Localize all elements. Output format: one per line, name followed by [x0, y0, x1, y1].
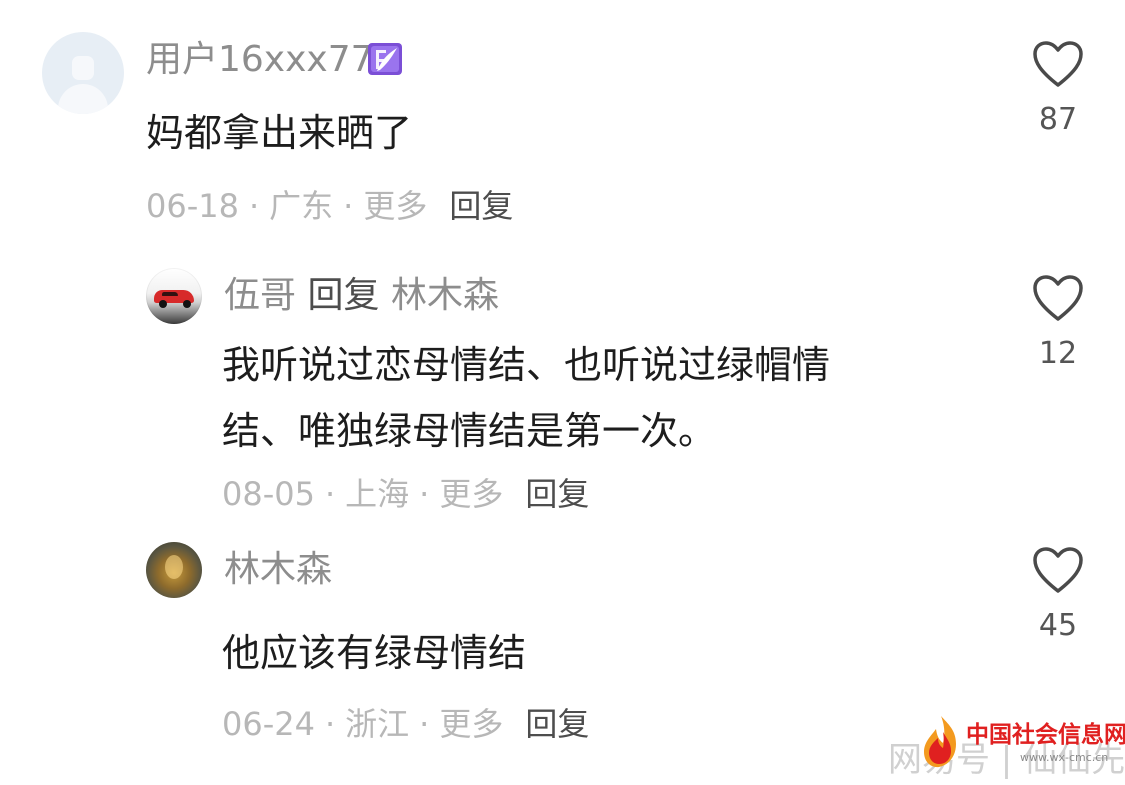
more-button[interactable]: 更多 — [363, 187, 427, 225]
comment-meta: 06-24 · 浙江 · 更多 回复 — [222, 704, 589, 744]
username[interactable]: 林木森 — [224, 548, 332, 592]
like-button[interactable]: 87 — [1028, 40, 1088, 138]
avatar-body-shape — [58, 84, 108, 114]
like-button[interactable]: 45 — [1028, 546, 1088, 644]
more-button[interactable]: 更多 — [439, 705, 503, 743]
username: 伍哥 回复 林木森 — [224, 274, 499, 318]
avatar[interactable] — [42, 32, 124, 114]
like-button[interactable]: 12 — [1028, 274, 1088, 372]
reply-label: 回复 — [307, 275, 380, 316]
watermark: 网易号 | 仙仙先生 中国社会信息网 www.wx-cmc.cn — [888, 700, 1125, 785]
comment-text-line: 他应该有绿母情结 — [222, 631, 527, 675]
comment-meta: 06-18 · 广东 · 更多 回复 — [146, 186, 513, 226]
comment-text: 妈都拿出来晒了 — [146, 100, 412, 166]
like-count: 45 — [1038, 608, 1078, 643]
avatar[interactable] — [146, 542, 202, 598]
meta-separator: · — [248, 187, 260, 225]
comment-text-line: 结、唯独绿母情结是第一次。 — [222, 409, 717, 453]
meta-separator: · — [419, 705, 430, 743]
comment-text-line: 妈都拿出来晒了 — [146, 111, 413, 155]
comment-date: 06-24 — [222, 705, 315, 743]
comment-date: 08-05 — [222, 475, 315, 513]
comment-text: 他应该有绿母情结 — [222, 620, 526, 686]
reply-button[interactable]: 回复 — [449, 187, 513, 225]
heart-icon — [1033, 275, 1083, 321]
more-button[interactable]: 更多 — [439, 475, 503, 513]
reply-target[interactable]: 林木森 — [391, 275, 499, 316]
comment-date: 06-18 — [146, 187, 239, 225]
heart-icon — [1033, 41, 1083, 87]
wheel-shape — [183, 300, 191, 308]
avatar-art-shape — [165, 555, 183, 579]
reply-author[interactable]: 伍哥 — [224, 275, 296, 316]
meta-separator: · — [343, 187, 354, 225]
comment-text: 我听说过恋母情结、也听说过绿帽情 结、唯独绿母情结是第一次。 — [222, 332, 830, 464]
comment-text-line: 我听说过恋母情结、也听说过绿帽情 — [222, 343, 831, 387]
flame-logo-icon — [924, 716, 956, 768]
wheel-shape — [159, 300, 167, 308]
meta-separator: · — [324, 475, 336, 513]
reply-button[interactable]: 回复 — [525, 705, 589, 743]
comment-location: 广东 — [269, 187, 334, 225]
username[interactable]: 用户16xxx77 — [146, 38, 374, 82]
comment-meta: 08-05 · 上海 · 更多 回复 — [222, 474, 589, 514]
comment-location: 上海 — [345, 475, 410, 513]
comment-location: 浙江 — [345, 705, 410, 743]
meta-separator: · — [324, 705, 336, 743]
like-count: 87 — [1038, 102, 1078, 137]
avatar[interactable] — [146, 268, 202, 324]
reply-button[interactable]: 回复 — [525, 475, 589, 513]
like-count: 12 — [1038, 336, 1078, 371]
meta-separator: · — [419, 475, 430, 513]
watermark-url: www.wx-cmc.cn — [1020, 751, 1109, 764]
purple-feather-badge-icon — [368, 43, 402, 75]
avatar-head-shape — [72, 56, 94, 80]
watermark-title: 中国社会信息网 — [966, 722, 1125, 748]
heart-icon — [1033, 547, 1083, 593]
